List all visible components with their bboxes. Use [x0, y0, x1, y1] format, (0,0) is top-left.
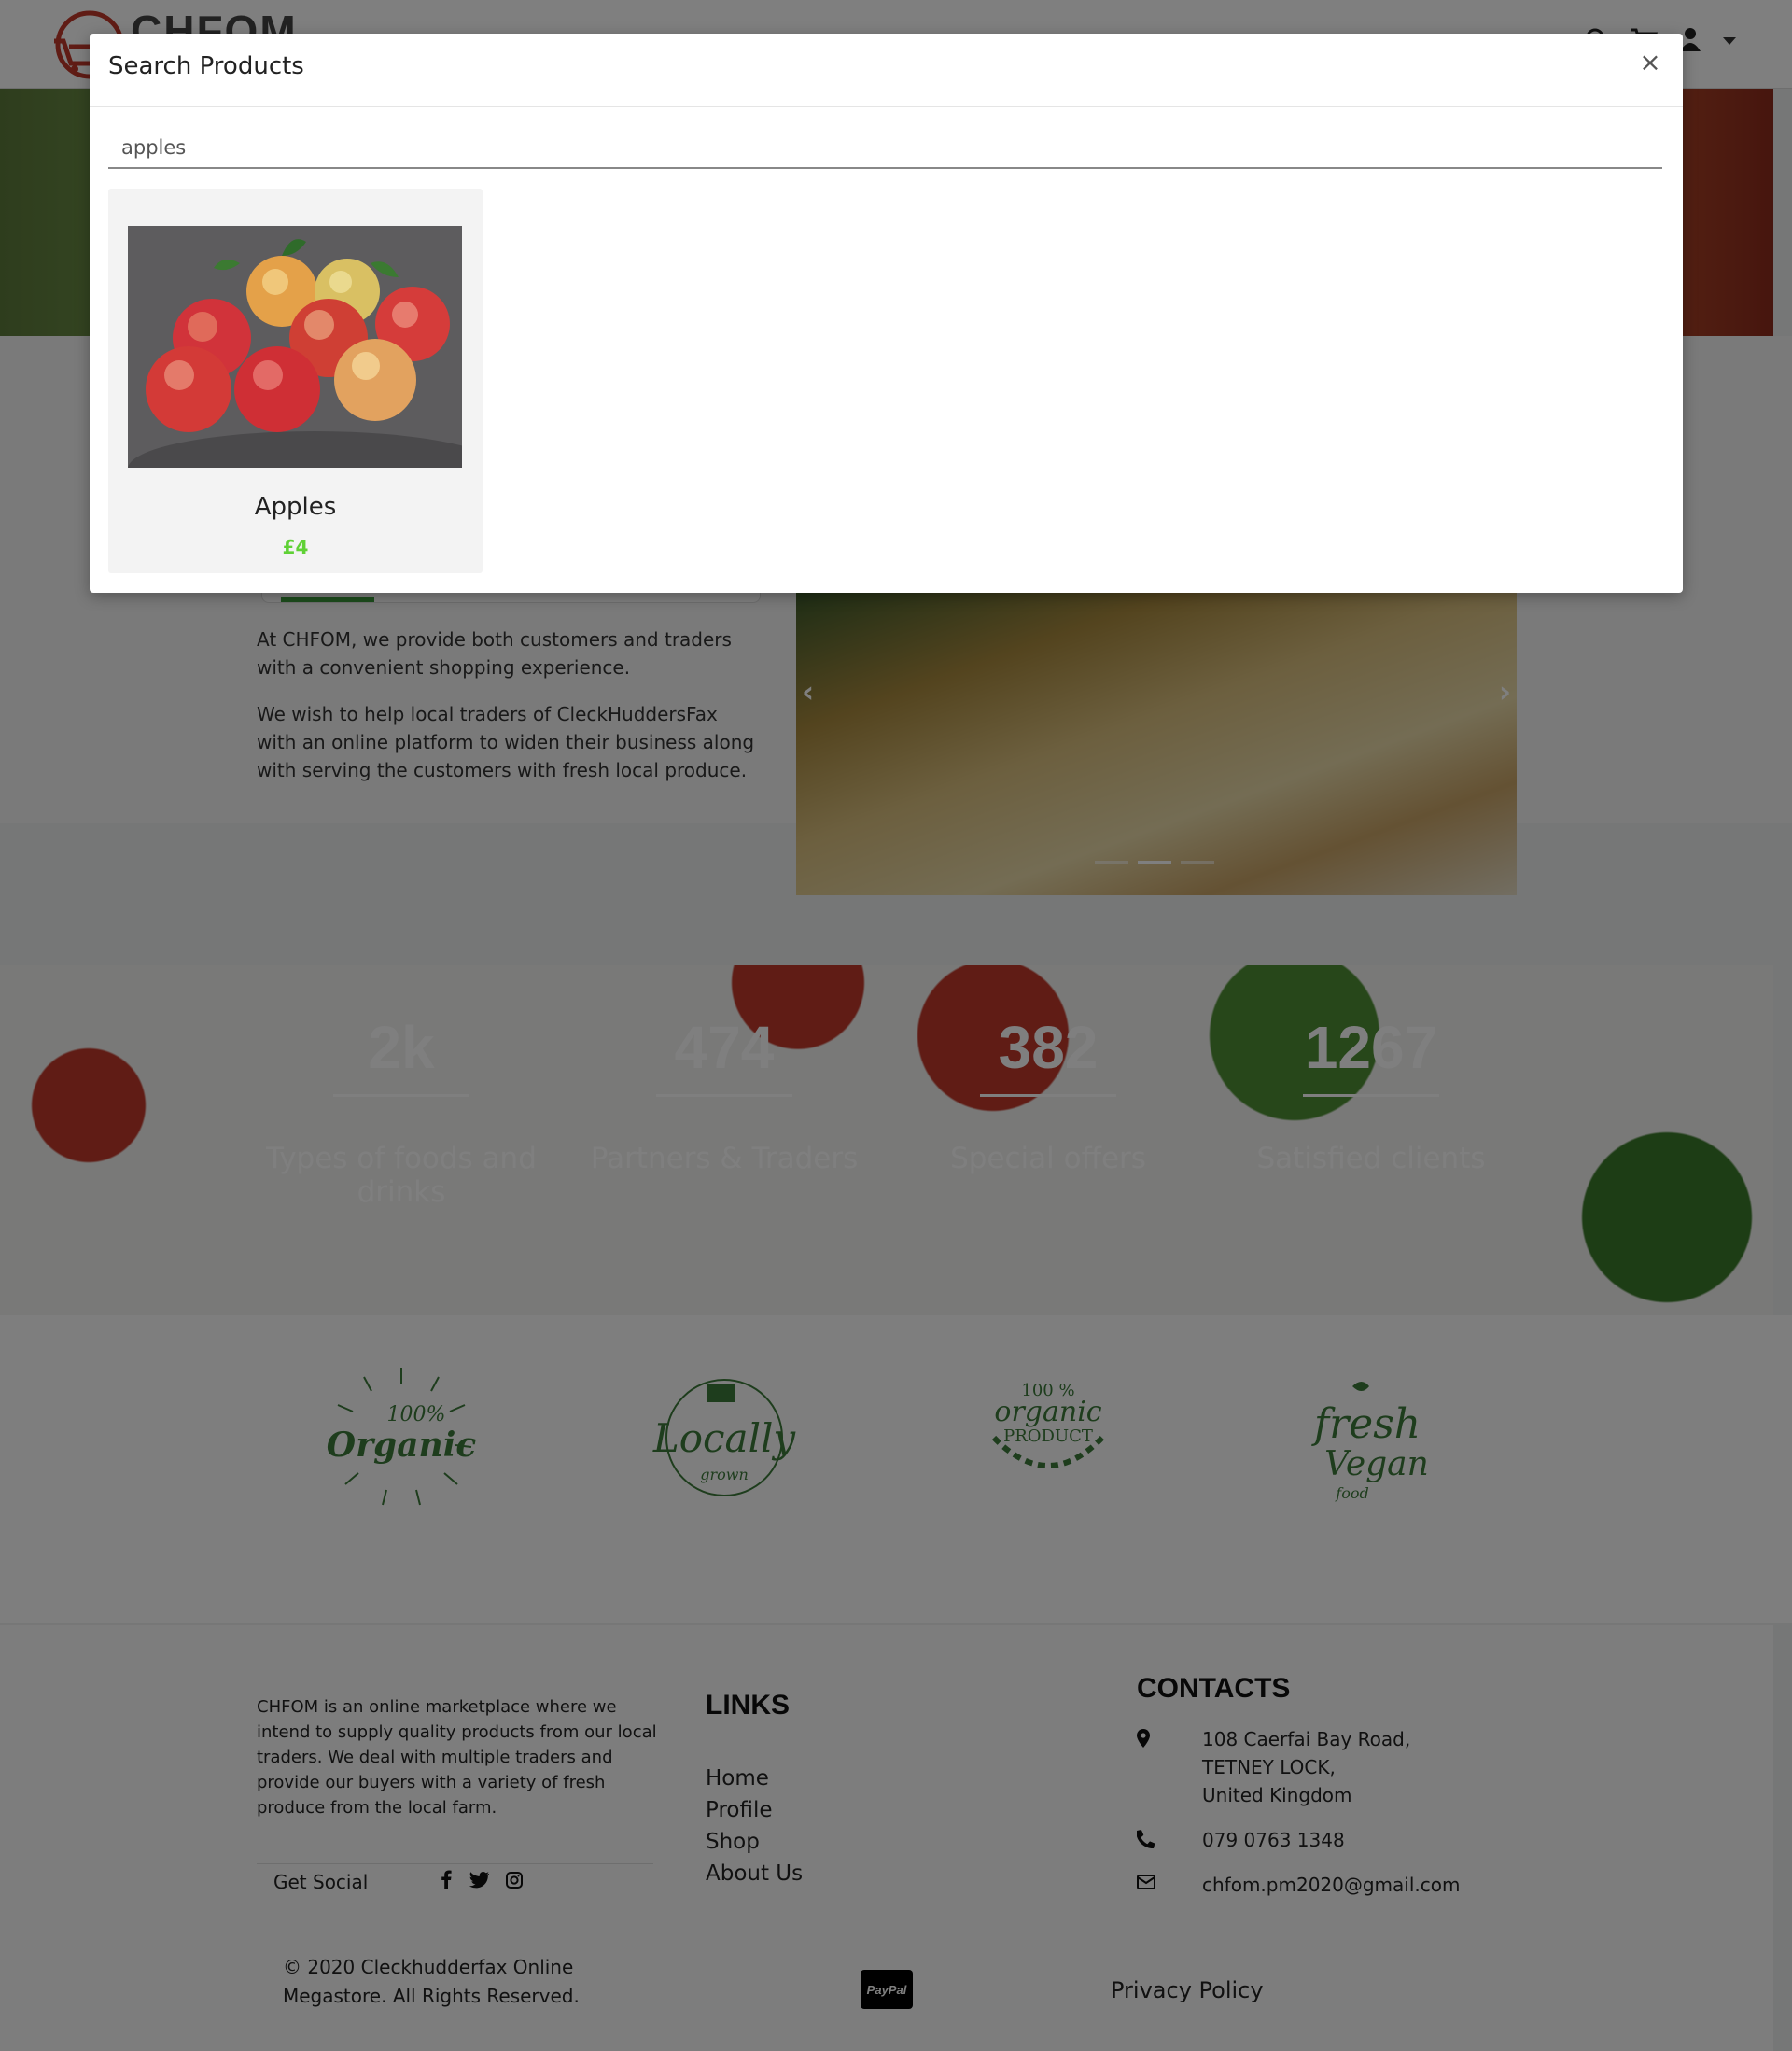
search-products-modal: Search Products × apples Apples £4: [90, 34, 1683, 593]
product-card[interactable]: Apples £4: [108, 189, 483, 573]
modal-title: Search Products: [108, 52, 304, 80]
apples-photo-icon[interactable]: [128, 226, 462, 468]
modal-header: Search Products ×: [90, 34, 1683, 107]
search-field: [108, 127, 1662, 169]
search-input[interactable]: [108, 127, 1662, 167]
product-price: £4: [282, 536, 309, 558]
product-name[interactable]: Apples: [108, 493, 483, 521]
close-icon[interactable]: ×: [1636, 49, 1664, 77]
